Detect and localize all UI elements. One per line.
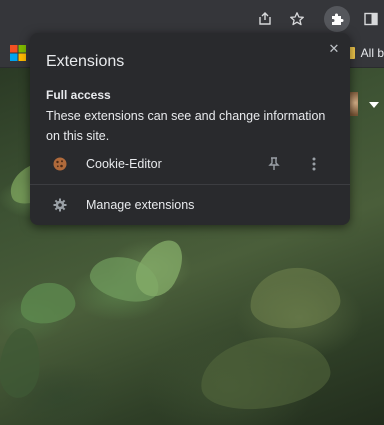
puzzle-icon bbox=[332, 13, 344, 25]
sidebar-button[interactable] bbox=[358, 6, 384, 32]
all-bookmarks-label: All b bbox=[360, 46, 384, 60]
pin-button[interactable] bbox=[264, 154, 284, 174]
extension-row[interactable]: Cookie-Editor bbox=[30, 151, 350, 177]
all-bookmarks-button[interactable]: All b bbox=[347, 46, 384, 60]
share-icon bbox=[259, 12, 271, 25]
caret-down-icon[interactable] bbox=[369, 102, 379, 108]
cookie-icon bbox=[53, 157, 67, 171]
divider bbox=[30, 184, 350, 185]
gear-icon bbox=[53, 198, 67, 212]
extensions-popup: Extensions ✕ Full access These extension… bbox=[30, 33, 350, 225]
bookmark-star-button[interactable] bbox=[284, 6, 310, 32]
share-button[interactable] bbox=[252, 6, 278, 32]
extensions-button[interactable] bbox=[324, 6, 350, 32]
sidebar-icon bbox=[364, 12, 378, 26]
section-description: These extensions can see and change info… bbox=[46, 109, 326, 143]
manage-extensions-button[interactable]: Manage extensions bbox=[30, 192, 350, 218]
popup-title: Extensions bbox=[46, 53, 125, 70]
close-icon: ✕ bbox=[328, 41, 340, 56]
star-icon bbox=[290, 12, 304, 26]
more-options-button[interactable] bbox=[304, 154, 324, 174]
pin-icon bbox=[268, 157, 280, 170]
manage-extensions-label: Manage extensions bbox=[86, 198, 195, 212]
more-vert-icon bbox=[312, 157, 316, 171]
extension-name: Cookie-Editor bbox=[86, 157, 162, 171]
section-heading: Full access bbox=[46, 88, 111, 102]
windows-logo-icon[interactable] bbox=[10, 45, 26, 61]
close-button[interactable]: ✕ bbox=[324, 39, 344, 59]
